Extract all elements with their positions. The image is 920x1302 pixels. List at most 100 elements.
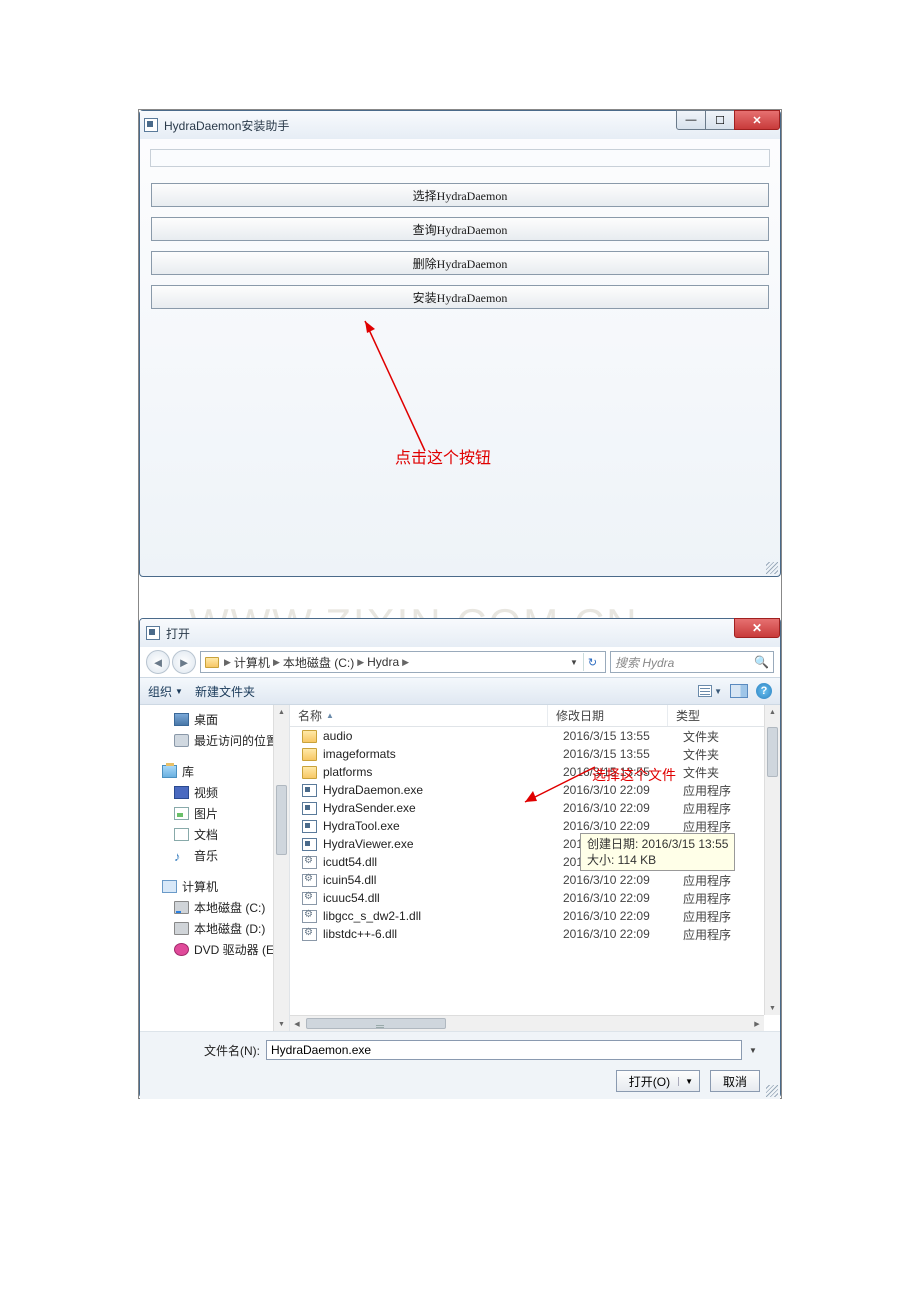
sidebar-item-disk-c[interactable]: 本地磁盘 (C:) xyxy=(140,897,289,918)
help-button[interactable]: ? xyxy=(756,683,772,699)
refresh-button[interactable]: ↻ xyxy=(583,653,601,671)
scroll-thumb[interactable] xyxy=(276,785,287,855)
file-type: 应用程序 xyxy=(683,800,731,817)
install-hydradaemon-button[interactable]: 安装HydraDaemon xyxy=(151,285,769,309)
file-row[interactable]: audio2016/3/15 13:55文件夹 xyxy=(290,727,780,745)
file-row[interactable]: icuin54.dll2016/3/10 22:09应用程序 xyxy=(290,871,780,889)
query-hydradaemon-button[interactable]: 查询HydraDaemon xyxy=(151,217,769,241)
address-bar[interactable]: ▶ 计算机 ▶ 本地磁盘 (C:) ▶ Hydra ▶ ▼ ↻ xyxy=(200,651,606,673)
sidebar-item-video[interactable]: 视频 xyxy=(140,782,289,803)
exe-icon xyxy=(302,784,317,797)
dll-icon xyxy=(302,856,317,869)
file-name: audio xyxy=(323,729,563,743)
sort-asc-icon: ▲ xyxy=(326,711,334,720)
sidebar-item-recent[interactable]: 最近访问的位置 xyxy=(140,730,289,751)
scroll-thumb[interactable] xyxy=(306,1018,446,1029)
sidebar-item-library[interactable]: 库 xyxy=(140,761,289,782)
filename-label: 文件名(N): xyxy=(204,1042,260,1059)
forward-button[interactable]: ► xyxy=(172,650,196,674)
sidebar-item-dvd[interactable]: DVD 驱动器 (E:) xyxy=(140,939,289,960)
path-field[interactable] xyxy=(150,149,770,167)
scroll-right-icon[interactable]: ▶ xyxy=(750,1016,764,1031)
scroll-up-icon[interactable]: ▲ xyxy=(274,705,289,719)
file-row[interactable]: HydraSender.exe2016/3/10 22:09应用程序 xyxy=(290,799,780,817)
preview-pane-button[interactable] xyxy=(730,684,748,698)
file-row[interactable]: imageformats2016/3/15 13:55文件夹 xyxy=(290,745,780,763)
file-type: 应用程序 xyxy=(683,818,731,835)
scroll-down-icon[interactable]: ▼ xyxy=(765,1001,780,1015)
sidebar-item-disk-d[interactable]: 本地磁盘 (D:) xyxy=(140,918,289,939)
file-name: icudt54.dll xyxy=(323,855,563,869)
column-name[interactable]: 名称▲ xyxy=(290,705,548,726)
open-split-dropdown[interactable]: ▼ xyxy=(678,1077,699,1086)
file-name: icuin54.dll xyxy=(323,873,563,887)
file-date: 2016/3/10 22:09 xyxy=(563,909,683,923)
documents-icon xyxy=(174,828,189,841)
close-button[interactable]: ✕ xyxy=(734,110,780,130)
file-row[interactable]: platforms2016/3/15 13:55文件夹 xyxy=(290,763,780,781)
sidebar-item-computer[interactable]: 计算机 xyxy=(140,876,289,897)
folder-icon xyxy=(302,766,317,779)
file-row[interactable]: libstdc++-6.dll2016/3/10 22:09应用程序 xyxy=(290,925,780,943)
scroll-up-icon[interactable]: ▲ xyxy=(765,705,780,719)
folder-icon xyxy=(302,730,317,743)
select-hydradaemon-button[interactable]: 选择HydraDaemon xyxy=(151,183,769,207)
file-name: HydraViewer.exe xyxy=(323,837,563,851)
address-dropdown-icon[interactable]: ▼ xyxy=(567,658,581,667)
close-button[interactable]: ✕ xyxy=(734,618,780,638)
breadcrumb-computer[interactable]: 计算机 xyxy=(234,654,270,671)
file-date: 2016/3/10 22:09 xyxy=(563,819,683,833)
file-vscrollbar[interactable]: ▲ ▼ xyxy=(764,705,780,1015)
back-button[interactable]: ◄ xyxy=(146,650,170,674)
file-row[interactable]: icuuc54.dll2016/3/10 22:09应用程序 xyxy=(290,889,780,907)
file-hscrollbar[interactable]: ◀ ▶ xyxy=(290,1015,764,1031)
exe-icon xyxy=(302,838,317,851)
organize-button[interactable]: 组织▼ xyxy=(148,683,183,700)
file-name: HydraSender.exe xyxy=(323,801,563,815)
scroll-left-icon[interactable]: ◀ xyxy=(290,1016,304,1031)
file-name: HydraDaemon.exe xyxy=(323,783,563,797)
file-date: 2016/3/10 22:09 xyxy=(563,801,683,815)
dll-icon xyxy=(302,928,317,941)
resize-grip-icon[interactable] xyxy=(766,1085,778,1097)
file-row[interactable]: HydraDaemon.exe2016/3/10 22:09应用程序 xyxy=(290,781,780,799)
breadcrumb-disk-c[interactable]: 本地磁盘 (C:) xyxy=(283,654,354,671)
app-icon xyxy=(144,118,158,132)
file-row[interactable]: libgcc_s_dw2-1.dll2016/3/10 22:09应用程序 xyxy=(290,907,780,925)
scroll-down-icon[interactable]: ▼ xyxy=(274,1017,289,1031)
disk-icon xyxy=(174,922,189,935)
open-button[interactable]: 打开(O)▼ xyxy=(616,1070,700,1092)
file-name: libgcc_s_dw2-1.dll xyxy=(323,909,563,923)
breadcrumb-sep-icon: ▶ xyxy=(402,657,409,668)
column-date[interactable]: 修改日期 xyxy=(548,705,668,726)
file-type: 应用程序 xyxy=(683,782,731,799)
resize-grip-icon[interactable] xyxy=(766,562,778,574)
dll-icon xyxy=(302,874,317,887)
chevron-down-icon: ▼ xyxy=(714,687,722,696)
file-tooltip: 创建日期: 2016/3/15 13:55 大小: 114 KB xyxy=(580,833,735,871)
sidebar-item-desktop[interactable]: 桌面 xyxy=(140,709,289,730)
open-dialog-titlebar[interactable]: 打开 ✕ xyxy=(140,619,780,647)
file-date: 2016/3/10 22:09 xyxy=(563,927,683,941)
view-button[interactable]: ▼ xyxy=(698,685,722,697)
scroll-thumb[interactable] xyxy=(767,727,778,777)
minimize-button[interactable]: — xyxy=(676,110,706,130)
search-input[interactable]: 搜索 Hydra 🔍 xyxy=(610,651,774,673)
file-type: 应用程序 xyxy=(683,926,731,943)
new-folder-button[interactable]: 新建文件夹 xyxy=(195,683,255,700)
filename-dropdown-icon[interactable]: ▼ xyxy=(746,1041,760,1059)
sidebar-item-documents[interactable]: 文档 xyxy=(140,824,289,845)
installer-titlebar[interactable]: HydraDaemon安装助手 — ☐ ✕ xyxy=(140,111,780,139)
file-name: libstdc++-6.dll xyxy=(323,927,563,941)
sidebar-scrollbar[interactable]: ▲ ▼ xyxy=(273,705,289,1031)
pictures-icon xyxy=(174,807,189,820)
sidebar-item-pictures[interactable]: 图片 xyxy=(140,803,289,824)
dialog-icon xyxy=(146,626,160,640)
delete-hydradaemon-button[interactable]: 删除HydraDaemon xyxy=(151,251,769,275)
maximize-button[interactable]: ☐ xyxy=(705,110,735,130)
breadcrumb-hydra[interactable]: Hydra xyxy=(367,655,399,669)
filename-input[interactable]: HydraDaemon.exe xyxy=(266,1040,742,1060)
cancel-button[interactable]: 取消 xyxy=(710,1070,760,1092)
installer-window: HydraDaemon安装助手 — ☐ ✕ 选择HydraDaemon 查询Hy… xyxy=(139,110,781,577)
sidebar-item-music[interactable]: 音乐 xyxy=(140,845,289,866)
